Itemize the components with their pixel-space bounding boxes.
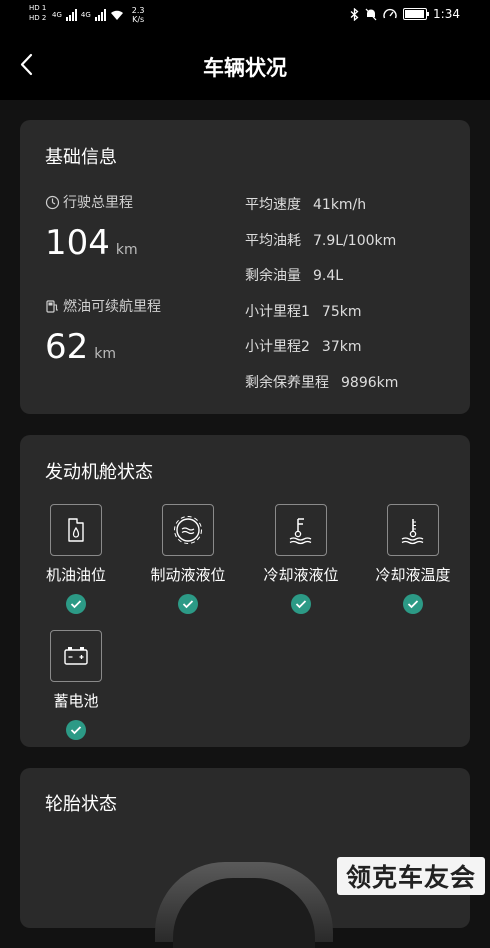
check-icon xyxy=(66,594,86,614)
sim1-label: HD 1 xyxy=(29,4,47,12)
engine-item-battery[interactable]: 蓄电池 xyxy=(26,630,126,740)
status-bar: HD 1 HD 2 4G 4G 2.3 K/s 1:34 xyxy=(0,0,490,30)
stat-fuel-left: 剩余油量 9.4L xyxy=(245,265,343,285)
check-icon xyxy=(178,594,198,614)
signal-icon-1 xyxy=(65,9,77,21)
total-mileage-label: 行驶总里程 xyxy=(63,195,133,211)
stat-avg-fuel: 平均油耗 7.9L/100km xyxy=(245,230,396,250)
basic-info-title: 基础信息 xyxy=(45,147,117,168)
item-label: 制动液液位 xyxy=(150,566,226,584)
watermark-logo: 领克车友会 xyxy=(337,857,485,895)
brake-fluid-icon xyxy=(162,504,214,556)
stat-value: 9896km xyxy=(341,375,399,391)
fuel-pump-icon xyxy=(46,299,58,313)
check-icon xyxy=(66,720,86,740)
signal-icon-2 xyxy=(94,9,106,21)
check-icon xyxy=(291,594,311,614)
total-mileage-header: 行驶总里程 xyxy=(45,192,133,212)
engine-item-coolant-temp[interactable]: 冷却液温度 xyxy=(363,504,463,614)
page-title: 车辆状况 xyxy=(203,56,287,80)
wifi-icon xyxy=(110,10,123,20)
total-mileage: 104 km xyxy=(45,223,138,263)
mute-bell-icon xyxy=(365,8,377,20)
range-value: 62 xyxy=(45,327,89,367)
network-type-1: 4G xyxy=(52,11,62,19)
stat-value: 75km xyxy=(321,304,362,320)
engine-item-brake-fluid[interactable]: 制动液液位 xyxy=(138,504,238,614)
range-label: 燃油可续航里程 xyxy=(63,299,161,315)
stat-maintenance: 剩余保养里程 9896km xyxy=(245,372,398,392)
app-header: 车辆状况 xyxy=(0,30,490,100)
network-type-2: 4G xyxy=(80,11,91,19)
coolant-temp-icon xyxy=(387,504,439,556)
stat-value: 7.9L/100km xyxy=(313,233,397,249)
total-mileage-value: 104 xyxy=(45,223,110,263)
stat-label: 平均油耗 xyxy=(245,233,301,249)
engine-status-title: 发动机舱状态 xyxy=(45,462,153,483)
stat-avg-speed: 平均速度 41km/h xyxy=(245,194,366,214)
clock: 1:34 xyxy=(433,7,460,21)
stat-label: 平均速度 xyxy=(245,197,301,213)
total-mileage-unit: km xyxy=(115,242,138,258)
battery-icon xyxy=(50,630,102,682)
item-label: 机油油位 xyxy=(45,566,106,584)
item-label: 蓄电池 xyxy=(53,692,99,710)
speedometer-icon xyxy=(383,8,397,19)
basic-info-card: 基础信息 行驶总里程 104 km 燃油可续航里程 62 km 平均速度 41km/h… xyxy=(20,120,470,414)
sim2-label: HD 2 xyxy=(29,14,47,22)
check-icon xyxy=(403,594,423,614)
engine-status-card: 发动机舱状态 机油油位 制动液液位 冷却液液位 冷却液温度 蓄电池 xyxy=(20,435,470,747)
sim-indicator: HD 1 HD 2 xyxy=(29,3,46,23)
stat-trip-2: 小计里程2 37km xyxy=(245,336,361,356)
timer-icon xyxy=(45,195,60,209)
stat-label: 小计里程2 xyxy=(245,339,310,355)
stat-trip-1: 小计里程1 75km xyxy=(245,301,361,321)
coolant-gauge-icon xyxy=(289,518,312,545)
coolant-level-icon xyxy=(275,504,327,556)
stat-label: 剩余保养里程 xyxy=(245,375,329,391)
range-header: 燃油可续航里程 xyxy=(45,296,161,316)
stat-label: 剩余油量 xyxy=(245,268,301,284)
item-label: 冷却液液位 xyxy=(263,566,339,584)
stat-label: 小计里程1 xyxy=(245,304,310,320)
bluetooth-icon xyxy=(350,7,359,21)
stat-value: 37km xyxy=(321,339,362,355)
range: 62 km xyxy=(45,327,116,367)
tire-status-title: 轮胎状态 xyxy=(45,794,117,815)
brake-disc-icon xyxy=(174,516,202,544)
stat-value: 9.4L xyxy=(313,268,344,284)
oil-can-icon xyxy=(68,518,84,542)
stat-value: 41km/h xyxy=(313,197,367,213)
engine-item-oil-level[interactable]: 机油油位 xyxy=(26,504,126,614)
engine-item-coolant-level[interactable]: 冷却液液位 xyxy=(251,504,351,614)
network-speed: 2.3 K/s xyxy=(131,6,145,24)
item-label: 冷却液温度 xyxy=(375,566,451,584)
oil-level-icon xyxy=(50,504,102,556)
thermometer-icon xyxy=(401,519,424,545)
car-battery-icon xyxy=(64,647,88,665)
range-unit: km xyxy=(94,346,117,362)
battery-indicator-icon xyxy=(403,8,430,20)
